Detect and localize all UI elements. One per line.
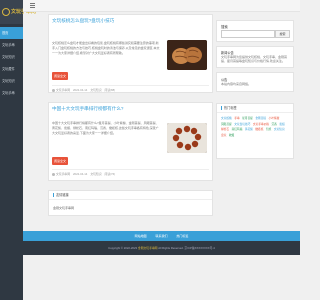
notice-panel: 公告 本站内容均来自网络。 — [216, 72, 294, 92]
walnut-image — [167, 40, 207, 70]
panel-heading: 友情链接 — [49, 191, 212, 200]
tag-link[interactable]: 文玩盘玩技巧 — [233, 123, 251, 128]
article-title[interactable]: 文玩核桃怎么盘玩?盘玩小技巧 — [52, 18, 114, 23]
article-author[interactable]: 文玩手串网 — [56, 88, 70, 92]
author-avatar — [52, 172, 55, 176]
footer-nav: 网站地图 联系我们 热门标签 — [23, 231, 300, 241]
read-more-button[interactable]: 阅读全文 — [52, 72, 69, 80]
top-bar — [23, 0, 300, 12]
tag-link[interactable]: 小叶紫檀 — [268, 117, 281, 122]
article-date: 2022-04-14 — [73, 88, 88, 92]
sidebar-item-collections[interactable]: 文玩藏件 — [0, 63, 23, 75]
article-category[interactable]: 文玩知识 — [90, 88, 101, 92]
sidebar-item-home[interactable]: 首页 — [0, 27, 23, 39]
tag-link[interactable]: 橄榄核 — [254, 128, 264, 133]
copyright-text: Copyright © 2022-2023 — [108, 246, 138, 250]
tag-link[interactable]: 蜜蜡 — [278, 123, 285, 128]
footer: Copyright © 2022-2023 金刚文玩手串网 All Rights… — [23, 241, 300, 255]
tag-link[interactable]: 绿松石 — [220, 128, 230, 133]
article-title[interactable]: 中国十大文玩手串排行榜都有什么? — [52, 106, 123, 111]
tag-link[interactable]: 金刚菩提 — [254, 117, 267, 122]
read-more-button[interactable]: 阅读全文 — [52, 157, 69, 165]
bracelet-image — [167, 123, 207, 153]
footer-link-tags[interactable]: 热门标签 — [176, 234, 188, 238]
friend-links-title: 友情链接 — [56, 193, 69, 197]
tag-link[interactable]: 南红玛瑙 — [231, 128, 244, 133]
sidebar-item-bracelets-2[interactable]: 文玩手串 — [0, 87, 23, 99]
article-category[interactable]: 文玩知识 — [90, 172, 101, 176]
search-button[interactable]: 搜索 — [275, 30, 290, 38]
sidebar-item-knowledge[interactable]: 文玩知识 — [0, 51, 23, 63]
search-panel: 搜索 搜索 — [216, 20, 294, 42]
article-excerpt: 中国十大文玩手串排行榜都有什么?星月菩提、小叶紫檀、金刚菩提、凤眼菩提、黄花梨、… — [52, 121, 159, 135]
notice-text: 本站内容均来自网络。 — [221, 82, 252, 86]
news-text: 文玩手串网为您提供文玩核桃、文玩手串、金刚菩提、星月菩提等盘玩知识与价格行情,欢… — [221, 55, 288, 64]
hot-tags-panel: 热门标签 文玩核桃 手串 星月菩提 金刚菩提 小叶紫檀凤眼菩提 文玩盘玩技巧 文玩手串价格沉… — [216, 103, 294, 159]
footer-link-sitemap[interactable]: 网站地图 — [135, 234, 147, 238]
sidebar-nav: 首页 文玩手串 文玩知识 文玩藏件 文玩知识 文玩手串 — [0, 27, 23, 99]
footer-link-contact[interactable]: 联系我们 — [155, 234, 167, 238]
footer-brand-link[interactable]: 金刚文玩手串网 — [138, 246, 158, 250]
tag-link[interactable]: 盘玩 — [220, 134, 227, 139]
article-author[interactable]: 文玩手串网 — [56, 172, 70, 176]
rights-text: All Rights Reserved. — [158, 246, 184, 250]
tag-link[interactable]: 文玩核桃 — [220, 117, 233, 122]
panel-heading: 热门标签 — [217, 104, 293, 113]
search-label: 搜索 — [221, 25, 228, 29]
menu-icon[interactable] — [30, 3, 35, 8]
icp-link[interactable]: 京ICP备XXXXXXXX号-4 — [184, 246, 214, 250]
tag-cloud: 文玩核桃 手串 星月菩提 金刚菩提 小叶紫檀凤眼菩提 文玩盘玩技巧 文玩手串价格 沉香 蜜蜡绿松… — [220, 116, 290, 138]
sidebar-item-knowledge-2[interactable]: 文玩知识 — [0, 75, 23, 87]
article-views: 阅读(76) — [104, 172, 116, 176]
logo[interactable]: 文玩手串网 — [0, 0, 36, 24]
article-thumbnail[interactable] — [167, 123, 207, 153]
author-avatar — [52, 88, 55, 92]
friend-links-panel: 友情链接 金刚文玩手串网 — [48, 190, 213, 216]
article-meta: 文玩手串网 2022-04-14 文玩知识 阅读(88) — [52, 85, 209, 93]
sidebar: 文玩手串网 首页 文玩手串 文玩知识 文玩藏件 文玩知识 文玩手串 — [0, 0, 36, 300]
tag-link[interactable]: 文玩知识 — [273, 128, 286, 133]
tag-link[interactable]: 手串 — [233, 117, 240, 122]
article-views: 阅读(88) — [104, 88, 116, 92]
hot-tags-title: 热门标签 — [224, 106, 237, 110]
article-meta: 文玩手串网 2022-04-14 文玩知识 阅读(76) — [52, 169, 209, 177]
tag-link[interactable]: 收藏 — [228, 134, 235, 139]
tag-link[interactable]: 包浆 — [265, 128, 272, 133]
tag-link[interactable]: 文玩手串价格 — [252, 123, 270, 128]
logo-mark — [2, 8, 10, 16]
article-excerpt: 文玩核桃怎么盘玩才能盘出好看的包浆,盘玩核桃有哪些讲究和需要注意的事项,新手入门… — [52, 41, 160, 55]
article-card: 中国十大文玩手串排行榜都有什么? 中国十大文玩手串排行榜都有什么?星月菩提、小叶… — [48, 102, 213, 181]
tag-link[interactable]: 星月菩提 — [241, 117, 254, 122]
sidebar-item-bracelets[interactable]: 文玩手串 — [0, 39, 23, 51]
search-input[interactable] — [221, 30, 275, 38]
article-date: 2022-04-14 — [73, 172, 88, 176]
tag-link[interactable]: 凤眼菩提 — [220, 123, 233, 128]
news-panel: 新闻公告 文玩手串网为您提供文玩核桃、文玩手串、金刚菩提、星月菩提等盘玩知识与价… — [216, 46, 294, 68]
tag-link[interactable]: 沉香 — [271, 123, 278, 128]
article-card: 文玩核桃怎么盘玩?盘玩小技巧 文玩核桃怎么盘玩才能盘出好看的包浆,盘玩核桃有哪些… — [48, 14, 213, 93]
tag-link[interactable]: 黄花梨 — [244, 128, 254, 133]
friend-link[interactable]: 金刚文玩手串网 — [53, 206, 74, 210]
article-thumbnail[interactable] — [167, 40, 207, 70]
